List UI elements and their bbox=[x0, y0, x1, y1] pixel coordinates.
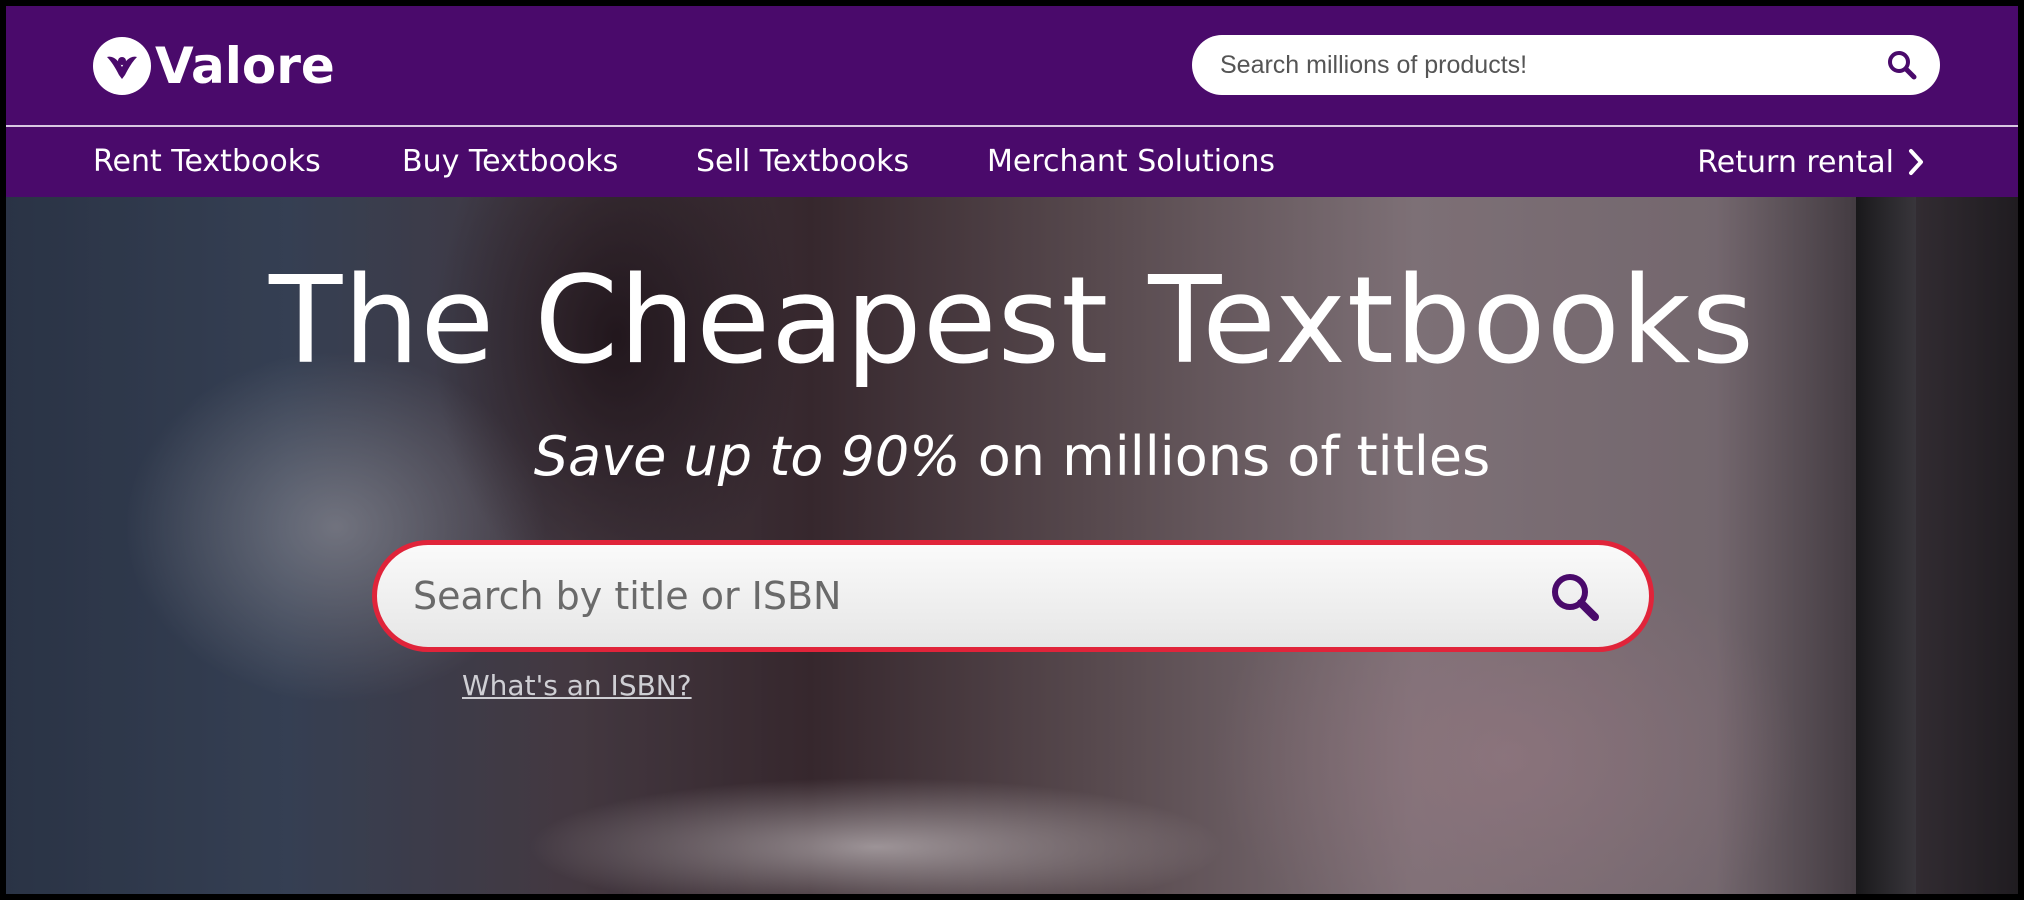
whats-an-isbn-link[interactable]: What's an ISBN? bbox=[462, 669, 692, 702]
logo-text: Valore bbox=[155, 37, 335, 95]
hero-background-highlight bbox=[526, 777, 1226, 894]
hero-search-bar bbox=[372, 540, 1654, 652]
search-icon[interactable] bbox=[1547, 569, 1603, 625]
nav-merchant-solutions[interactable]: Merchant Solutions bbox=[987, 127, 1275, 197]
valore-bird-logo-icon bbox=[93, 37, 151, 95]
hero-search-input[interactable] bbox=[413, 545, 1493, 647]
header-search-input[interactable] bbox=[1220, 35, 1860, 95]
valore-logo[interactable]: Valore bbox=[93, 36, 335, 96]
return-rental-link[interactable]: Return rental bbox=[1697, 127, 1924, 197]
site-header: Valore bbox=[6, 6, 2018, 125]
hero-title: The Cheapest Textbooks bbox=[269, 252, 1755, 391]
header-search-bar bbox=[1192, 35, 1940, 95]
hero-banner: The Cheapest Textbooks Save up to 90% on… bbox=[6, 197, 2018, 894]
search-icon[interactable] bbox=[1886, 49, 1918, 81]
hero-subtitle-rest: on millions of titles bbox=[960, 425, 1491, 488]
nav-buy-textbooks[interactable]: Buy Textbooks bbox=[402, 127, 618, 197]
nav-sell-textbooks[interactable]: Sell Textbooks bbox=[696, 127, 909, 197]
nav-rent-textbooks[interactable]: Rent Textbooks bbox=[93, 127, 321, 197]
chevron-right-icon bbox=[1909, 149, 1923, 175]
main-nav: Rent Textbooks Buy Textbooks Sell Textbo… bbox=[6, 127, 2018, 197]
return-rental-label: Return rental bbox=[1697, 144, 1894, 180]
browser-viewport: Valore Rent Textbooks Buy Textbooks Sell… bbox=[6, 6, 2018, 894]
hero-subtitle-emphasis: Save up to 90% bbox=[533, 425, 961, 488]
hero-subtitle: Save up to 90% on millions of titles bbox=[6, 422, 2018, 492]
